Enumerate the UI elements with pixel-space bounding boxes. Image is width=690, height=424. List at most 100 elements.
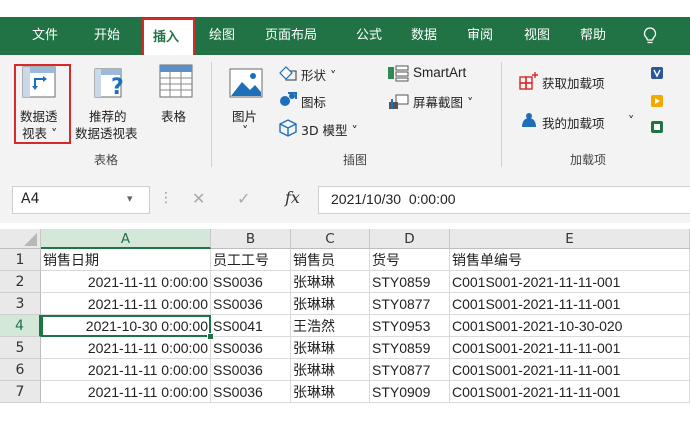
cell-c4[interactable]: 王浩然 bbox=[291, 315, 370, 337]
my-addins-label[interactable]: 我的加载项 bbox=[542, 113, 605, 132]
ribbon-tab-bar: 文件 开始 插入 绘图 页面布局 公式 数据 审阅 视图 帮助 bbox=[0, 0, 690, 55]
illustrations-group-label: 插图 bbox=[343, 153, 368, 167]
tab-file[interactable]: 文件 bbox=[32, 17, 58, 55]
3d-models-icon[interactable] bbox=[278, 119, 298, 137]
cell-d3[interactable]: STY0877 bbox=[370, 293, 450, 315]
tab-home[interactable]: 开始 bbox=[94, 17, 120, 55]
bing-icon[interactable] bbox=[650, 94, 664, 108]
select-all-corner[interactable] bbox=[0, 229, 41, 249]
cell-a6[interactable]: 2021-11-11 0:00:00 bbox=[41, 359, 211, 381]
3d-models-label[interactable]: 3D 模型 ˅ bbox=[301, 120, 358, 139]
table-icon[interactable] bbox=[159, 64, 193, 98]
cell-e3[interactable]: C001S001-2021-11-11-001 bbox=[450, 293, 690, 315]
tab-data[interactable]: 数据 bbox=[411, 17, 437, 55]
cell-b7[interactable]: SS0036 bbox=[211, 381, 291, 403]
cancel-icon[interactable]: ✕ bbox=[192, 189, 205, 208]
cell-b6[interactable]: SS0036 bbox=[211, 359, 291, 381]
cell-a5[interactable]: 2021-11-11 0:00:00 bbox=[41, 337, 211, 359]
pictures-icon[interactable] bbox=[229, 68, 263, 98]
cell-a2[interactable]: 2021-11-11 0:00:00 bbox=[41, 271, 211, 293]
cell-d7[interactable]: STY0909 bbox=[370, 381, 450, 403]
tab-formulas[interactable]: 公式 bbox=[356, 17, 382, 55]
tab-page-layout[interactable]: 页面布局 bbox=[265, 17, 317, 55]
column-header-e[interactable]: E bbox=[450, 229, 690, 249]
recommended-pivot-label-2[interactable]: 数据透视表 bbox=[75, 123, 138, 142]
formula-input[interactable]: 2021/10/30 0:00:00 bbox=[318, 186, 690, 214]
pivot-table-highlight bbox=[14, 64, 71, 144]
group-separator bbox=[501, 62, 502, 167]
column-header-a[interactable]: A bbox=[41, 229, 211, 249]
tab-view[interactable]: 视图 bbox=[524, 17, 550, 55]
cell-b3[interactable]: SS0036 bbox=[211, 293, 291, 315]
cell-e1[interactable]: 销售单编号 bbox=[450, 249, 690, 271]
row-header-5[interactable]: 5 bbox=[0, 337, 41, 359]
svg-text:?: ? bbox=[111, 75, 124, 100]
smartart-icon[interactable] bbox=[387, 64, 409, 82]
icons-icon[interactable] bbox=[278, 90, 298, 108]
cell-d6[interactable]: STY0877 bbox=[370, 359, 450, 381]
name-box[interactable]: A4 ▾ bbox=[12, 186, 150, 214]
cell-c3[interactable]: 张琳琳 bbox=[291, 293, 370, 315]
smartart-label[interactable]: SmartArt bbox=[413, 65, 466, 80]
row-header-6[interactable]: 6 bbox=[0, 359, 41, 381]
my-addins-icon[interactable] bbox=[519, 112, 539, 130]
cell-e4[interactable]: C001S001-2021-10-30-020 bbox=[450, 315, 690, 337]
cell-a4[interactable]: 2021-10-30 0:00:00 bbox=[41, 315, 211, 337]
fill-handle[interactable] bbox=[207, 333, 214, 340]
row-header-1[interactable]: 1 bbox=[0, 249, 41, 271]
name-box-value[interactable]: A4 bbox=[21, 191, 39, 207]
cell-e5[interactable]: C001S001-2021-11-11-001 bbox=[450, 337, 690, 359]
addins-group-label: 加载项 bbox=[570, 153, 607, 167]
cell-e2[interactable]: C001S001-2021-11-11-001 bbox=[450, 271, 690, 293]
get-addins-icon[interactable] bbox=[519, 71, 539, 91]
row-header-2[interactable]: 2 bbox=[0, 271, 41, 293]
cell-d4[interactable]: STY0953 bbox=[370, 315, 450, 337]
cell-c5[interactable]: 张琳琳 bbox=[291, 337, 370, 359]
visio-icon[interactable] bbox=[650, 66, 664, 80]
cell-c1[interactable]: 销售员 bbox=[291, 249, 370, 271]
column-header-d[interactable]: D bbox=[370, 229, 450, 249]
shapes-label[interactable]: 形状 ˅ bbox=[301, 65, 336, 84]
tables-group-label: 表格 bbox=[94, 153, 119, 167]
shapes-icon[interactable] bbox=[278, 64, 298, 82]
cell-e7[interactable]: C001S001-2021-11-11-001 bbox=[450, 381, 690, 403]
cell-a3[interactable]: 2021-11-11 0:00:00 bbox=[41, 293, 211, 315]
icons-label[interactable]: 图标 bbox=[301, 92, 326, 111]
cell-c6[interactable]: 张琳琳 bbox=[291, 359, 370, 381]
cell-a7[interactable]: 2021-11-11 0:00:00 bbox=[41, 381, 211, 403]
cell-c2[interactable]: 张琳琳 bbox=[291, 271, 370, 293]
row-header-3[interactable]: 3 bbox=[0, 293, 41, 315]
screenshot-icon[interactable] bbox=[387, 93, 409, 111]
insert-function-icon[interactable]: fx bbox=[285, 188, 300, 207]
enter-icon[interactable]: ✓ bbox=[237, 189, 250, 208]
cell-e6[interactable]: C001S001-2021-11-11-001 bbox=[450, 359, 690, 381]
tab-help[interactable]: 帮助 bbox=[580, 17, 606, 55]
cell-d1[interactable]: 货号 bbox=[370, 249, 450, 271]
formula-value[interactable]: 2021/10/30 0:00:00 bbox=[331, 191, 456, 207]
cell-d5[interactable]: STY0859 bbox=[370, 337, 450, 359]
formula-bar-splitter[interactable]: ⋮ bbox=[159, 190, 173, 206]
get-addins-label[interactable]: 获取加载项 bbox=[542, 73, 605, 92]
name-box-dropdown[interactable]: ▾ bbox=[127, 192, 133, 205]
column-header-b[interactable]: B bbox=[211, 229, 291, 249]
row-header-4[interactable]: 4 bbox=[0, 315, 41, 337]
my-addins-dropdown[interactable]: ˅ bbox=[628, 113, 634, 128]
cell-b4[interactable]: SS0041 bbox=[211, 315, 291, 337]
row-header-7[interactable]: 7 bbox=[0, 381, 41, 403]
pictures-dropdown[interactable]: ˅ bbox=[242, 123, 248, 138]
people-icon[interactable] bbox=[650, 120, 664, 134]
column-header-c[interactable]: C bbox=[291, 229, 370, 249]
recommended-pivot-icon[interactable]: ? bbox=[94, 66, 130, 100]
tab-insert[interactable]: 插入 bbox=[142, 18, 195, 55]
tab-review[interactable]: 审阅 bbox=[467, 17, 493, 55]
cell-b1[interactable]: 员工工号 bbox=[211, 249, 291, 271]
cell-b5[interactable]: SS0036 bbox=[211, 337, 291, 359]
tab-draw[interactable]: 绘图 bbox=[209, 17, 235, 55]
lightbulb-icon[interactable] bbox=[643, 27, 657, 45]
cell-d2[interactable]: STY0859 bbox=[370, 271, 450, 293]
screenshot-label[interactable]: 屏幕截图 ˅ bbox=[413, 92, 473, 111]
cell-b2[interactable]: SS0036 bbox=[211, 271, 291, 293]
cell-c7[interactable]: 张琳琳 bbox=[291, 381, 370, 403]
cell-a1[interactable]: 销售日期 bbox=[41, 249, 211, 271]
table-label[interactable]: 表格 bbox=[161, 106, 186, 125]
